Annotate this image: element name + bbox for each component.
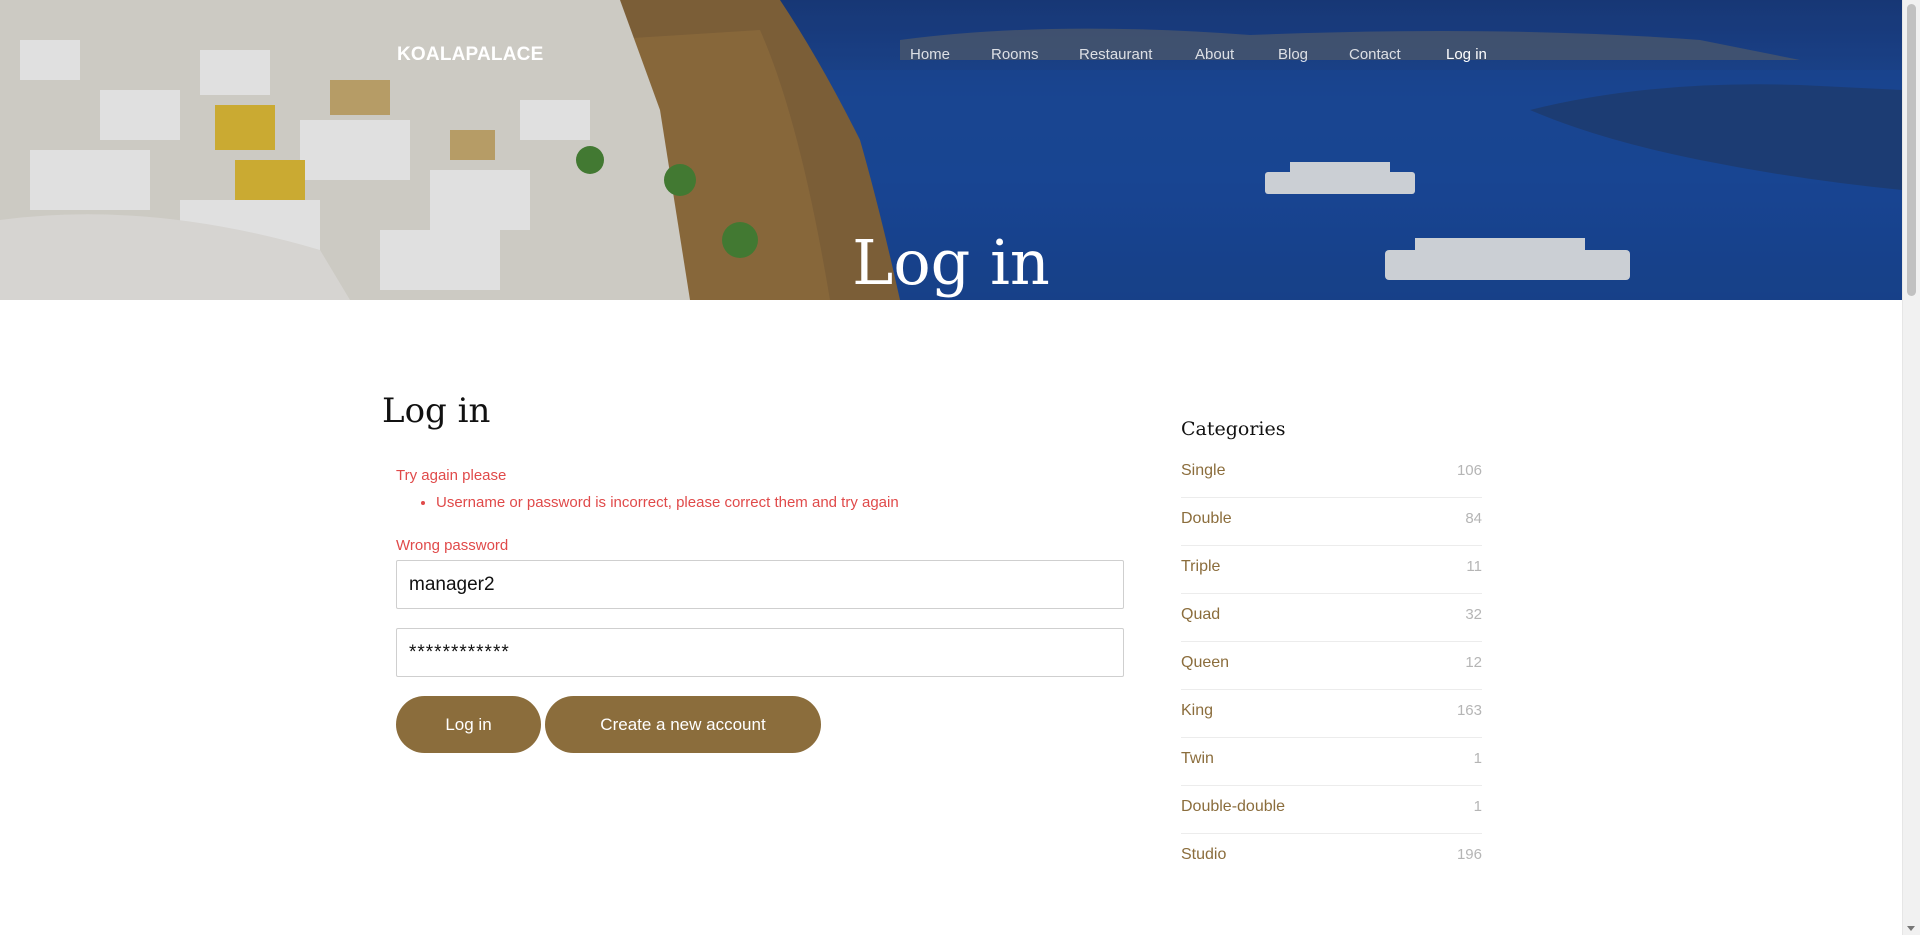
nav-restaurant[interactable]: Restaurant — [1079, 46, 1152, 63]
category-count: 196 — [1456, 846, 1482, 863]
category-link-quad[interactable]: Quad — [1181, 606, 1220, 624]
hero-banner: KOALAPALACE Home Rooms Restaurant About … — [0, 0, 1902, 300]
category-item: Triple 11 — [1181, 546, 1482, 594]
nav-login[interactable]: Log in — [1446, 46, 1487, 63]
nav-home[interactable]: Home — [910, 46, 950, 63]
category-link-queen[interactable]: Queen — [1181, 654, 1229, 672]
category-item: Double 84 — [1181, 498, 1482, 546]
category-link-king[interactable]: King — [1181, 702, 1213, 720]
nav-blog[interactable]: Blog — [1278, 46, 1308, 63]
username-input[interactable] — [396, 560, 1124, 609]
login-button[interactable]: Log in — [396, 696, 541, 753]
category-link-double-double[interactable]: Double-double — [1181, 798, 1285, 816]
hero-title: Log in — [852, 225, 1050, 299]
nav-rooms[interactable]: Rooms — [991, 46, 1039, 63]
category-count: 1 — [1473, 750, 1482, 767]
category-item: Queen 12 — [1181, 642, 1482, 690]
category-link-triple[interactable]: Triple — [1181, 558, 1220, 576]
category-count: 84 — [1465, 510, 1482, 527]
category-link-double[interactable]: Double — [1181, 510, 1232, 528]
category-count: 163 — [1456, 702, 1482, 719]
category-count: 106 — [1456, 462, 1482, 479]
error-alert-title: Try again please — [396, 467, 507, 484]
category-item: Twin 1 — [1181, 738, 1482, 786]
nav-contact[interactable]: Contact — [1349, 46, 1401, 63]
category-link-studio[interactable]: Studio — [1181, 846, 1226, 864]
category-count: 12 — [1465, 654, 1482, 671]
brand-logo[interactable]: KOALAPALACE — [397, 44, 543, 66]
scrollbar-thumb[interactable] — [1907, 4, 1916, 296]
create-account-button[interactable]: Create a new account — [545, 696, 821, 753]
password-error-label: Wrong password — [396, 537, 509, 554]
page-scrollbar[interactable] — [1902, 0, 1920, 935]
category-count: 11 — [1466, 558, 1482, 575]
category-link-twin[interactable]: Twin — [1181, 750, 1214, 768]
nav-about[interactable]: About — [1195, 46, 1234, 63]
category-item: Single 106 — [1181, 450, 1482, 498]
scroll-down-arrow-icon[interactable] — [1907, 926, 1915, 931]
error-message: Username or password is incorrect, pleas… — [436, 494, 899, 511]
password-input[interactable] — [396, 628, 1124, 677]
category-count: 1 — [1473, 798, 1482, 815]
category-link-single[interactable]: Single — [1181, 462, 1225, 480]
category-item: King 163 — [1181, 690, 1482, 738]
categories-heading: Categories — [1181, 418, 1286, 440]
page-title: Log in — [382, 391, 491, 431]
error-alert-list: Username or password is incorrect, pleas… — [396, 494, 899, 511]
categories-list: Single 106 Double 84 Triple 11 Quad 32 Q… — [1181, 450, 1482, 882]
category-item: Quad 32 — [1181, 594, 1482, 642]
category-item: Double-double 1 — [1181, 786, 1482, 834]
category-item: Studio 196 — [1181, 834, 1482, 882]
category-count: 32 — [1465, 606, 1482, 623]
